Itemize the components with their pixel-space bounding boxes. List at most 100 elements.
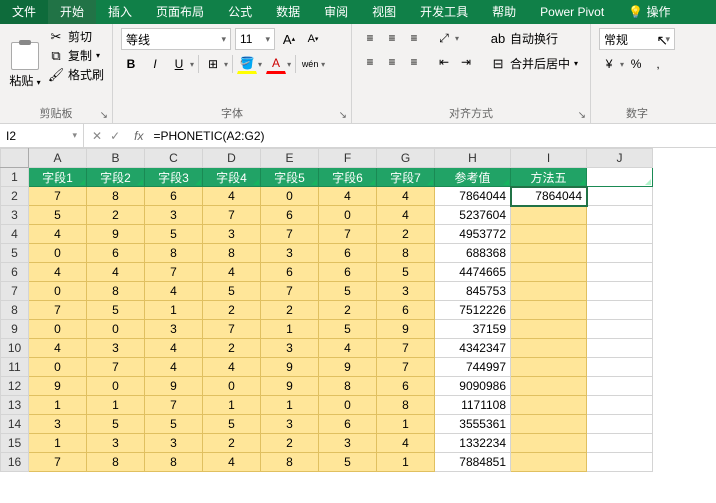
cell[interactable]: 1 (377, 453, 435, 472)
border-button[interactable]: ⊞▾ (203, 54, 228, 74)
wrap-text-button[interactable]: ab自动换行 (486, 28, 582, 49)
cell[interactable]: 6 (87, 244, 145, 263)
cell[interactable]: 6 (319, 244, 377, 263)
fx-icon[interactable]: fx (128, 129, 149, 143)
cell[interactable] (587, 263, 653, 282)
cell[interactable]: 5 (87, 415, 145, 434)
cell[interactable]: 5 (319, 453, 377, 472)
cell[interactable]: 9 (29, 377, 87, 396)
row-header[interactable]: 4 (1, 225, 29, 244)
cell[interactable] (511, 434, 587, 453)
cell[interactable] (587, 415, 653, 434)
field-header-cell[interactable]: 字段3 (145, 168, 203, 187)
tab-help[interactable]: 帮助 (480, 0, 528, 24)
cell[interactable] (587, 301, 653, 320)
accept-formula-button[interactable]: ✓ (110, 129, 120, 143)
cell[interactable] (511, 225, 587, 244)
cell[interactable]: 6 (261, 206, 319, 225)
row-header[interactable]: 8 (1, 301, 29, 320)
cell[interactable] (511, 377, 587, 396)
column-header[interactable]: F (319, 149, 377, 168)
cell[interactable]: 4 (145, 358, 203, 377)
cell[interactable]: 5 (87, 301, 145, 320)
cell[interactable]: 7 (29, 453, 87, 472)
cell[interactable]: 7 (203, 320, 261, 339)
cell[interactable]: 37159 (435, 320, 511, 339)
cell[interactable]: 4 (203, 263, 261, 282)
column-header[interactable]: C (145, 149, 203, 168)
cell[interactable]: 9 (319, 358, 377, 377)
cell[interactable]: 6 (319, 415, 377, 434)
cell[interactable]: 5 (319, 320, 377, 339)
cell[interactable]: 1332234 (435, 434, 511, 453)
cell[interactable]: 6 (377, 301, 435, 320)
row-header[interactable]: 6 (1, 263, 29, 282)
bold-button[interactable]: B (121, 54, 141, 74)
select-all-corner[interactable] (1, 149, 29, 168)
cell[interactable]: 7 (377, 339, 435, 358)
cell[interactable]: 7884851 (435, 453, 511, 472)
cell[interactable] (511, 339, 587, 358)
row-header[interactable]: 14 (1, 415, 29, 434)
cell[interactable]: 4 (319, 339, 377, 358)
cell[interactable]: 2 (203, 301, 261, 320)
field-header-cell[interactable]: 字段7 (377, 168, 435, 187)
row-header[interactable]: 7 (1, 282, 29, 301)
cell[interactable]: 1 (29, 396, 87, 415)
row-header[interactable]: 12 (1, 377, 29, 396)
cell[interactable] (511, 206, 587, 225)
column-header[interactable]: I (511, 149, 587, 168)
cell[interactable]: 845753 (435, 282, 511, 301)
tab-home[interactable]: 开始 (48, 0, 96, 24)
cell[interactable]: 0 (319, 206, 377, 225)
align-bottom-button[interactable]: ≡ (404, 28, 424, 48)
cell[interactable] (587, 244, 653, 263)
cell[interactable]: 2 (377, 225, 435, 244)
column-header[interactable]: H (435, 149, 511, 168)
cut-button[interactable]: ✂剪切 (48, 28, 104, 45)
tab-file[interactable]: 文件 (0, 0, 48, 24)
cell[interactable]: 9 (145, 377, 203, 396)
cell[interactable]: 7 (87, 358, 145, 377)
cell[interactable] (511, 396, 587, 415)
column-header[interactable]: A (29, 149, 87, 168)
field-header-cell[interactable]: 字段5 (261, 168, 319, 187)
cell[interactable] (511, 301, 587, 320)
cell[interactable]: 9 (377, 320, 435, 339)
row-header[interactable]: 15 (1, 434, 29, 453)
cell[interactable]: 688368 (435, 244, 511, 263)
cell[interactable]: 8 (319, 377, 377, 396)
italic-button[interactable]: I (145, 54, 165, 74)
cell[interactable]: 3 (261, 415, 319, 434)
tab-layout[interactable]: 页面布局 (144, 0, 216, 24)
align-left-button[interactable]: ≡ (360, 52, 380, 72)
cell[interactable] (587, 358, 653, 377)
row-header[interactable]: 3 (1, 206, 29, 225)
cell[interactable]: 8 (261, 453, 319, 472)
cell[interactable] (511, 453, 587, 472)
cell[interactable]: 4 (145, 339, 203, 358)
cell[interactable] (587, 434, 653, 453)
formula-input[interactable] (149, 129, 716, 143)
cell[interactable]: 3 (145, 434, 203, 453)
format-painter-button[interactable]: 🖌格式刷 (48, 66, 104, 83)
tab-powerpivot[interactable]: Power Pivot (528, 0, 616, 24)
cell[interactable]: 7 (145, 263, 203, 282)
cell[interactable]: 4 (377, 187, 435, 206)
cell[interactable] (511, 282, 587, 301)
tab-dev[interactable]: 开发工具 (408, 0, 480, 24)
cell[interactable]: 0 (87, 320, 145, 339)
tab-formulas[interactable]: 公式 (216, 0, 264, 24)
cell[interactable]: 4 (203, 187, 261, 206)
column-header[interactable]: D (203, 149, 261, 168)
cell[interactable]: 3 (87, 339, 145, 358)
field-header-cell[interactable]: 方法五 (511, 168, 587, 187)
cell[interactable]: 9 (261, 358, 319, 377)
expand-icon[interactable]: ↘ (578, 110, 586, 121)
cell[interactable]: 4 (203, 358, 261, 377)
cell[interactable]: 7864044 (511, 187, 587, 206)
cell[interactable] (511, 320, 587, 339)
cell[interactable]: 1 (203, 396, 261, 415)
cell[interactable] (587, 187, 653, 206)
cell[interactable]: 4342347 (435, 339, 511, 358)
